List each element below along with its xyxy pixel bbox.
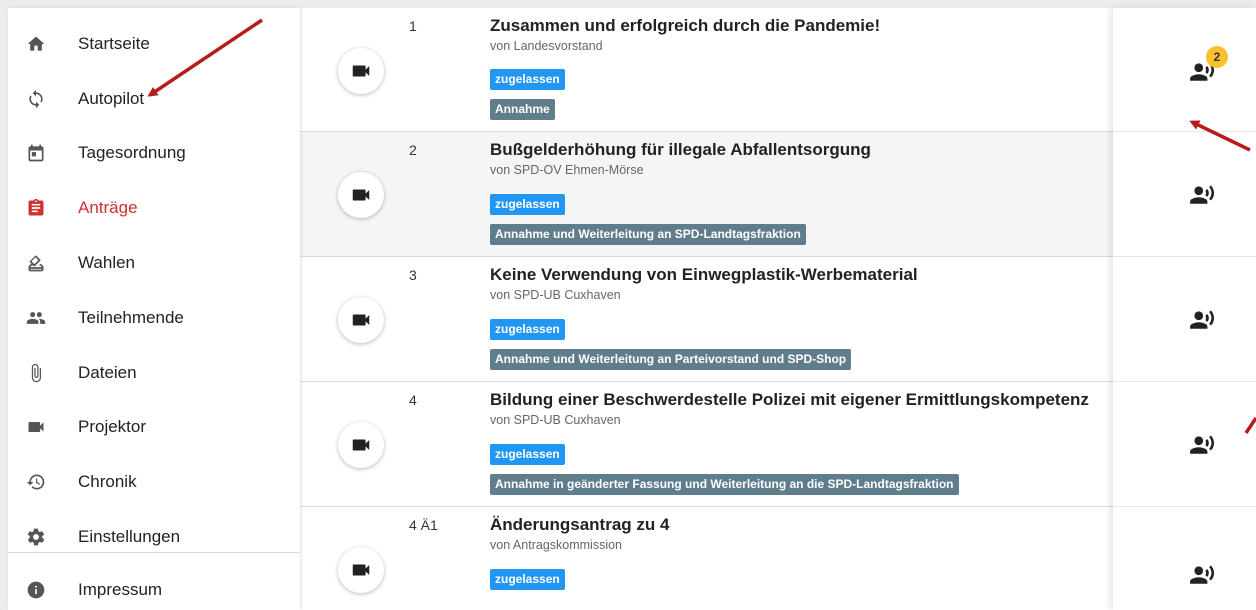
motion-number: 4 — [409, 392, 417, 408]
motion-title[interactable]: Keine Verwendung von Einwegplastik-Werbe… — [490, 265, 918, 285]
motion-submitter: von Antragskommission — [490, 538, 623, 552]
divider — [1113, 506, 1256, 507]
motion-list: 1 Zusammen und erfolgreich durch die Pan… — [300, 8, 1113, 610]
speakers-button[interactable] — [1189, 306, 1215, 332]
motion-submitter: von SPD-OV Ehmen-Mörse — [490, 163, 644, 177]
sidebar-item-label: Dateien — [78, 363, 137, 382]
speakers-column: 2 — [1113, 8, 1256, 610]
motion-number: 3 — [409, 267, 417, 283]
projector-button[interactable] — [338, 297, 384, 343]
sync-icon — [25, 88, 47, 110]
motion-row[interactable]: 2 Bußgelderhöhung für illegale Abfallent… — [300, 132, 1113, 257]
home-icon — [25, 33, 47, 55]
sidebar-item-label: Teilnehmende — [78, 308, 184, 327]
ballot-icon — [25, 252, 47, 274]
speakers-button[interactable] — [1189, 181, 1215, 207]
sidebar-divider — [8, 552, 300, 553]
sidebar-item-tagesordnung[interactable]: Tagesordnung — [8, 133, 300, 173]
people-icon — [25, 307, 47, 329]
sidebar-item-antraege[interactable]: Anträge — [8, 188, 300, 228]
projector-button[interactable] — [338, 547, 384, 593]
videocam-icon — [352, 189, 370, 201]
sidebar-item-projektor[interactable]: Projektor — [8, 407, 300, 447]
attachment-icon — [25, 362, 47, 384]
motion-title[interactable]: Bußgelderhöhung für illegale Abfallentso… — [490, 140, 871, 160]
state-badge: zugelassen — [490, 444, 565, 465]
state-badge: zugelassen — [490, 319, 565, 340]
videocam-icon — [352, 439, 370, 451]
settings-icon — [25, 526, 47, 548]
projector-button[interactable] — [338, 172, 384, 218]
motion-row[interactable]: 1 Zusammen und erfolgreich durch die Pan… — [300, 8, 1113, 132]
sidebar-item-label: Tagesordnung — [78, 143, 186, 162]
divider — [1113, 381, 1256, 382]
divider — [1113, 256, 1256, 257]
recommendation-badge: Annahme in geänderter Fassung und Weiter… — [490, 474, 959, 495]
sidebar-item-label: Impressum — [78, 580, 163, 599]
motion-title[interactable]: Änderungsantrag zu 4 — [490, 515, 669, 535]
state-badge: zugelassen — [490, 194, 565, 215]
sidebar-item-einstellungen[interactable]: Einstellungen — [8, 517, 300, 557]
videocam-icon — [352, 564, 370, 576]
sidebar-item-label: Wahlen — [78, 253, 136, 272]
recommendation-badge: Annahme und Weiterleitung an SPD-Landtag… — [490, 224, 806, 245]
sidebar-item-autopilot[interactable]: Autopilot — [8, 79, 300, 119]
divider — [1113, 131, 1256, 132]
sidebar-item-wahlen[interactable]: Wahlen — [8, 243, 300, 283]
info-icon — [25, 579, 47, 601]
speakers-button[interactable] — [1189, 561, 1215, 587]
sidebar-item-chronik[interactable]: Chronik — [8, 462, 300, 502]
record-voice-icon — [1190, 185, 1215, 204]
motion-row[interactable]: 4 Bildung einer Beschwerdestelle Polizei… — [300, 382, 1113, 507]
history-icon — [25, 471, 47, 493]
sidebar-item-label: Chronik — [78, 472, 137, 491]
recommendation-badge: Annahme und Weiterleitung an Parteivorst… — [490, 349, 852, 370]
sidebar-item-label: Autopilot — [78, 89, 145, 108]
speakers-button[interactable] — [1189, 431, 1215, 457]
videocam-icon — [352, 314, 370, 326]
projector-button[interactable] — [338, 48, 384, 94]
motion-submitter: von Landesvorstand — [490, 39, 603, 53]
assignment-icon — [25, 197, 47, 219]
sidebar-item-impressum[interactable]: Impressum — [8, 570, 300, 610]
videocam-icon — [352, 65, 370, 77]
motion-number: 1 — [409, 18, 417, 34]
calendar-icon — [25, 142, 47, 164]
speaker-count-badge: 2 — [1206, 46, 1228, 68]
sidebar-item-label: Startseite — [78, 34, 150, 53]
sidebar-item-label: Projektor — [78, 417, 147, 436]
motion-submitter: von SPD-UB Cuxhaven — [490, 413, 621, 427]
motion-submitter: von SPD-UB Cuxhaven — [490, 288, 621, 302]
sidebar-item-startseite[interactable]: Startseite — [8, 24, 300, 64]
sidebar-item-dateien[interactable]: Dateien — [8, 353, 300, 393]
motion-title[interactable]: Zusammen und erfolgreich durch die Pande… — [490, 16, 880, 36]
motion-number: 2 — [409, 142, 417, 158]
motion-row[interactable]: 4 Ä1 Änderungsantrag zu 4 von Antragskom… — [300, 507, 1113, 610]
recommendation-badge: Annahme — [490, 99, 555, 120]
state-badge: zugelassen — [490, 569, 565, 590]
record-voice-icon — [1190, 310, 1215, 329]
projector-button[interactable] — [338, 422, 384, 468]
videocam-icon — [25, 416, 47, 438]
sidebar: Startseite Autopilot Tagesordnung Anträg… — [8, 8, 300, 610]
motion-number: 4 Ä1 — [409, 517, 438, 533]
motion-row[interactable]: 3 Keine Verwendung von Einwegplastik-Wer… — [300, 257, 1113, 382]
sidebar-item-label: Anträge — [78, 198, 138, 217]
sidebar-item-label: Einstellungen — [78, 527, 181, 546]
motion-title[interactable]: Bildung einer Beschwerdestelle Polizei m… — [490, 390, 1089, 410]
state-badge: zugelassen — [490, 69, 565, 90]
record-voice-icon — [1190, 435, 1215, 454]
sidebar-item-teilnehmende[interactable]: Teilnehmende — [8, 298, 300, 338]
record-voice-icon — [1190, 565, 1215, 584]
